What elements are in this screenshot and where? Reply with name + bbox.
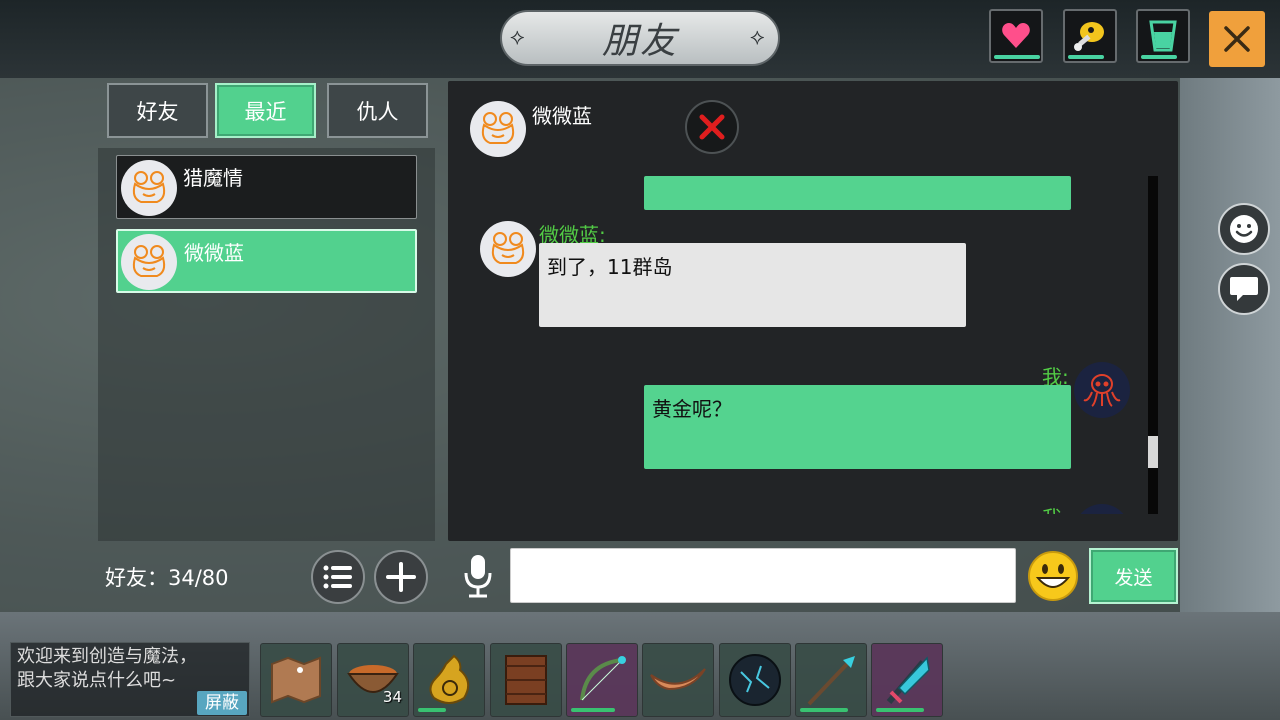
wooden-crate-icon <box>505 655 547 705</box>
boat-icon <box>650 668 706 691</box>
chat-bubble-incoming: 到了，11群岛 <box>539 243 966 327</box>
page-title: 朋友 <box>601 21 678 62</box>
tab-recent[interactable]: 最近 <box>215 83 316 138</box>
frog-icon <box>491 232 525 264</box>
message-sender: 我 <box>1042 502 1062 514</box>
item-quantity: 34 <box>382 688 402 706</box>
hotbar-slot[interactable] <box>642 643 714 717</box>
title-banner: ⟡ 朋友 ⟡ <box>500 10 780 66</box>
gourd-flask-icon <box>429 654 470 704</box>
hotbar-slot[interactable] <box>795 643 867 717</box>
chat-toggle-button[interactable] <box>1218 263 1270 315</box>
message-avatar <box>480 221 536 277</box>
chat-messages: 微微蓝: 到了，11群岛 我: 黄金呢？ 我 <box>470 176 1150 514</box>
thirst-bar <box>1141 55 1177 59</box>
avatar <box>121 234 177 290</box>
close-button[interactable] <box>1209 11 1265 67</box>
hotbar-slot[interactable] <box>260 643 332 717</box>
map-icon <box>271 656 321 704</box>
emoji-button[interactable] <box>1027 550 1079 602</box>
close-icon <box>1224 26 1250 52</box>
microphone-icon <box>464 555 492 598</box>
thirst-status <box>1136 9 1190 63</box>
list-icon <box>323 565 352 589</box>
chat-partner-avatar <box>470 101 526 157</box>
hotbar-slot[interactable] <box>719 643 791 717</box>
friend-count: 好友：34/80 <box>105 566 229 590</box>
my-avatar <box>1074 504 1130 514</box>
right-edge-background <box>1180 78 1280 612</box>
red-x-icon <box>699 114 725 140</box>
chat-input[interactable] <box>510 548 1016 603</box>
friend-name: 猎魔情 <box>183 166 243 190</box>
frog-icon <box>132 245 166 277</box>
health-bar <box>994 55 1040 59</box>
tab-friends-label: 好友 <box>136 99 179 124</box>
friend-list-item-selected[interactable]: 微微蓝 <box>116 229 417 293</box>
ornament-left-icon: ⟡ <box>510 25 525 50</box>
smiley-icon <box>1230 215 1258 243</box>
add-friend-button[interactable] <box>374 550 428 604</box>
block-button[interactable]: 屏蔽 <box>197 691 247 715</box>
tab-friends[interactable]: 好友 <box>107 83 208 138</box>
hotbar-slot[interactable]: 34 <box>337 643 409 717</box>
bow-icon <box>580 656 626 701</box>
heart-icon <box>1002 23 1030 48</box>
news-line-2: 跟大家说点什么吧~ <box>17 670 177 691</box>
emote-button[interactable] <box>1218 203 1270 255</box>
hotbar-slot[interactable] <box>413 643 485 717</box>
hotbar-slot[interactable] <box>490 643 562 717</box>
crystal-sword-icon <box>886 656 930 704</box>
food-drumstick-icon <box>1074 22 1104 51</box>
tab-recent-label: 最近 <box>244 99 287 124</box>
remove-friend-button[interactable] <box>685 100 739 154</box>
news-line-1: 欢迎来到创造与魔法， <box>17 646 197 667</box>
chat-scrollbar-thumb[interactable] <box>1148 436 1158 468</box>
ornament-right-icon: ⟡ <box>750 25 765 50</box>
durability-bar <box>876 708 924 712</box>
friend-list-item[interactable]: 猎魔情 <box>116 155 417 219</box>
durability-bar <box>800 708 848 712</box>
chat-partner-name: 微微蓝 <box>532 104 592 128</box>
octopus-icon <box>1083 374 1121 407</box>
frog-icon <box>132 171 166 203</box>
speech-bubble-icon <box>1230 277 1258 301</box>
health-status <box>989 9 1043 63</box>
plus-icon <box>386 562 416 592</box>
hunger-status <box>1063 9 1117 63</box>
friend-name: 微微蓝 <box>184 241 244 265</box>
chat-bubble-previous <box>644 176 1071 210</box>
hotbar-slot[interactable] <box>871 643 943 717</box>
list-button[interactable] <box>311 550 365 604</box>
water-cup-icon <box>1149 20 1177 52</box>
hunger-bar <box>1068 55 1104 59</box>
orb-icon <box>729 654 781 706</box>
durability-bar <box>418 708 446 712</box>
send-button-label: 发送 <box>1114 566 1153 589</box>
tab-enemies[interactable]: 仇人 <box>327 83 428 138</box>
my-avatar <box>1074 362 1130 418</box>
spear-icon <box>807 656 855 706</box>
tab-enemies-label: 仇人 <box>356 99 399 124</box>
friend-list: 猎魔情 微微蓝 <box>98 148 435 541</box>
durability-bar <box>571 708 615 712</box>
send-button[interactable]: 发送 <box>1089 548 1178 604</box>
voice-button[interactable] <box>458 550 498 602</box>
frog-icon <box>481 112 515 144</box>
emoji-icon <box>1028 551 1078 601</box>
hotbar-slot[interactable] <box>566 643 638 717</box>
chat-bubble-outgoing: 黄金呢？ <box>644 385 1071 469</box>
avatar <box>121 160 177 216</box>
